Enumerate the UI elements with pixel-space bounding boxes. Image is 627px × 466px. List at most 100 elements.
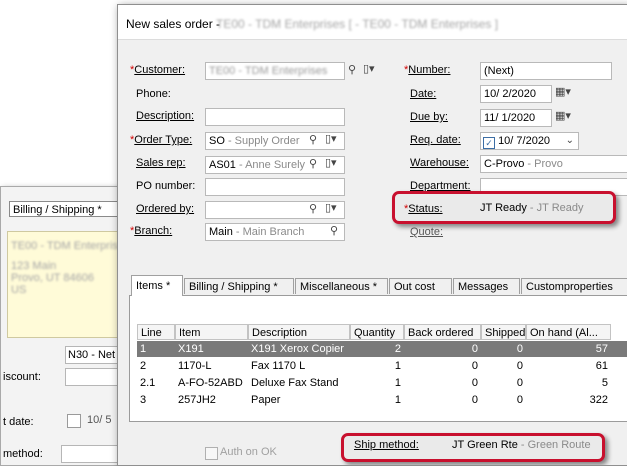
tab-billing-shipping[interactable]: Billing / Shipping * xyxy=(184,278,294,294)
date-label: t date: xyxy=(3,416,34,428)
address-line: TE00 - TDM Enterprises xyxy=(11,240,130,252)
cell-description: Paper xyxy=(251,394,281,406)
due-by-field[interactable]: 11/ 1/2020 xyxy=(480,109,552,127)
sales-rep-label: Sales rep: xyxy=(136,157,186,169)
tab-miscellaneous[interactable]: Miscellaneous * xyxy=(295,278,388,294)
column-header-back-ordered[interactable]: Back ordered xyxy=(404,324,481,340)
tab-customproperties[interactable]: Customproperties xyxy=(521,278,627,294)
note-dropdown-icon[interactable]: ▯▾ xyxy=(325,132,337,145)
terms-value: N30 - Net xyxy=(68,349,116,361)
tab-messages[interactable]: Messages xyxy=(453,278,520,294)
address-line: Provo, UT 84606 xyxy=(11,272,94,284)
discount-field[interactable] xyxy=(65,368,125,386)
customer-value: TE00 - TDM Enterprises xyxy=(209,65,328,77)
method-label: method: xyxy=(3,448,43,460)
address-line: 123 Main xyxy=(11,260,57,272)
cell-back-ordered: 0 xyxy=(471,377,478,389)
column-header-item[interactable]: Item xyxy=(175,324,248,340)
ordered-by-field[interactable] xyxy=(205,201,345,219)
table-row[interactable]: 3 257JH2 Paper 1 0 0 322 xyxy=(137,392,627,408)
window-title-customer: TE00 - TDM Enterprises [ - TE00 - TDM En… xyxy=(216,17,499,31)
column-header-shipped[interactable]: Shipped xyxy=(481,324,526,340)
tab-billing-shipping-background[interactable]: Billing / Shipping * xyxy=(9,201,119,217)
search-icon[interactable]: ⚲ xyxy=(309,133,317,146)
tab-strip: Items * Billing / Shipping * Miscellaneo… xyxy=(129,275,627,296)
calendar-icon[interactable]: ▦▾ xyxy=(555,109,571,122)
number-field[interactable]: (Next) xyxy=(480,62,612,80)
req-date-field[interactable]: ✓ 10/ 7/2020 ⌄ xyxy=(480,132,579,150)
tab-out-cost[interactable]: Out cost xyxy=(389,278,452,294)
date-field[interactable]: 10/ 2/2020 xyxy=(480,85,552,103)
search-icon[interactable]: ⚲ xyxy=(309,202,317,215)
warehouse-desc: - Provo xyxy=(524,158,563,170)
order-type-label: *Order Type: xyxy=(130,134,193,146)
cell-description: Deluxe Fax Stand xyxy=(251,377,339,389)
cell-item: A-FO-52ABD xyxy=(178,377,243,389)
ship-method-label: Ship method: xyxy=(354,439,419,451)
quote-label: Quote: xyxy=(410,226,444,238)
description-field[interactable] xyxy=(205,108,345,126)
cell-back-ordered: 0 xyxy=(471,360,478,372)
sales-rep-field[interactable]: AS01 - Anne Surely xyxy=(205,156,345,174)
cell-shipped: 0 xyxy=(516,394,523,406)
cell-item: 257JH2 xyxy=(178,394,216,406)
description-label: Description: xyxy=(136,110,195,122)
column-header-description[interactable]: Description xyxy=(248,324,350,340)
new-sales-order-dialog: New sales order - TE00 - TDM Enterprises… xyxy=(117,4,627,466)
search-icon[interactable]: ⚲ xyxy=(348,63,356,76)
cell-quantity: 1 xyxy=(394,377,401,389)
cell-description: X191 Xerox Copier xyxy=(251,343,344,355)
tab-items[interactable]: Items * xyxy=(131,275,183,296)
cell-line: 3 xyxy=(140,394,147,406)
customer-label: *Customer: xyxy=(130,64,186,76)
order-type-field[interactable]: SO - Supply Order xyxy=(205,132,345,150)
sales-rep-code: AS01 xyxy=(209,159,236,171)
po-number-label: PO number: xyxy=(136,180,196,192)
address-line: US xyxy=(11,284,27,296)
po-number-field[interactable] xyxy=(205,178,345,196)
ship-method-code: JT Green Rte xyxy=(452,439,518,451)
date-checkbox[interactable] xyxy=(67,414,81,428)
table-row[interactable]: 2.1 A-FO-52ABD Deluxe Fax Stand 1 0 0 5 xyxy=(137,375,627,391)
note-dropdown-icon[interactable]: ▯▾ xyxy=(325,201,337,214)
req-date-label: Req. date: xyxy=(410,134,461,146)
cell-on-hand: 322 xyxy=(589,394,608,406)
number-value: (Next) xyxy=(484,65,514,77)
ship-method-desc: - Green Route xyxy=(517,439,591,451)
ship-method-field[interactable]: JT Green Rte - Green Route xyxy=(452,439,591,451)
calendar-icon[interactable]: ▦▾ xyxy=(555,85,571,98)
cell-quantity: 2 xyxy=(394,343,401,355)
search-icon[interactable]: ⚲ xyxy=(309,157,317,170)
warehouse-field[interactable]: C-Provo - Provo xyxy=(480,155,627,173)
table-row[interactable]: 1 X191 X191 Xerox Copier 2 0 0 57 xyxy=(137,341,627,357)
cell-line: 1 xyxy=(140,343,147,355)
column-header-quantity[interactable]: Quantity xyxy=(350,324,404,340)
search-icon[interactable]: ⚲ xyxy=(330,224,338,237)
cell-quantity: 1 xyxy=(394,394,401,406)
status-field[interactable]: JT Ready - JT Ready xyxy=(480,202,584,214)
terms-field[interactable]: N30 - Net xyxy=(65,346,125,364)
cell-line: 2 xyxy=(140,360,147,372)
number-label: *Number: xyxy=(404,64,451,76)
cell-shipped: 0 xyxy=(516,343,523,355)
status-label: *Status: xyxy=(404,203,443,215)
cell-line: 2.1 xyxy=(140,377,156,389)
note-dropdown-icon[interactable]: ▯▾ xyxy=(363,62,375,75)
window-title: New sales order - xyxy=(126,17,221,31)
customer-field[interactable]: TE00 - TDM Enterprises xyxy=(205,62,345,80)
phone-label: Phone: xyxy=(136,88,171,100)
chevron-down-icon[interactable]: ⌄ xyxy=(566,133,574,149)
note-dropdown-icon[interactable]: ▯▾ xyxy=(325,156,337,169)
order-type-code: SO xyxy=(209,135,225,147)
due-by-label: Due by: xyxy=(410,111,448,123)
column-header-line[interactable]: Line xyxy=(137,324,175,340)
req-date-checkbox[interactable]: ✓ xyxy=(483,137,495,149)
order-type-desc: - Supply Order xyxy=(224,135,300,147)
date-label: Date: xyxy=(410,88,437,100)
discount-label: iscount: xyxy=(3,371,41,383)
column-header-on-hand[interactable]: On hand (Al... xyxy=(526,324,611,340)
branch-field[interactable]: Main - Main Branch xyxy=(205,223,345,241)
table-row[interactable]: 2 1170-L Fax 1170 L 1 0 0 61 xyxy=(137,358,627,374)
auth-on-ok-checkbox[interactable] xyxy=(205,447,218,460)
date-value: 10/ 5 xyxy=(87,414,112,426)
